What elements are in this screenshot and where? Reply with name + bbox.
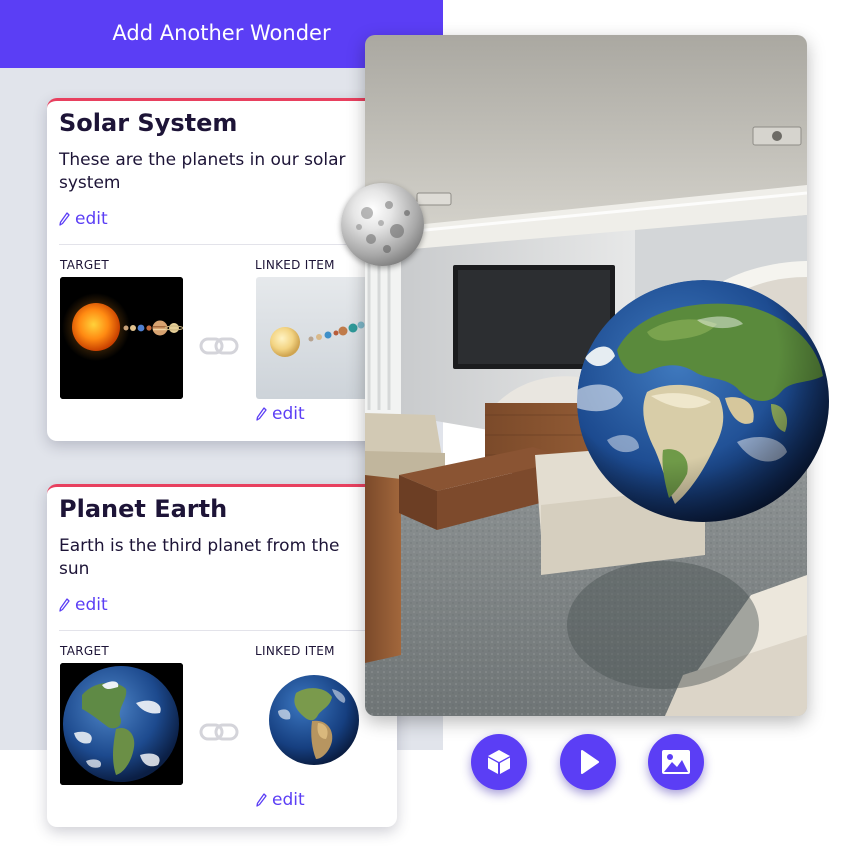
target-image[interactable] bbox=[60, 663, 183, 785]
chain-link-icon[interactable] bbox=[199, 722, 239, 742]
wonder-card-planet-earth: Planet Earth Earth is the third planet f… bbox=[47, 484, 397, 827]
add-video-button[interactable] bbox=[560, 734, 616, 790]
wonder-card-solar-system: Solar System These are the planets in ou… bbox=[47, 98, 397, 441]
edit-linked-item-link[interactable]: edit bbox=[256, 790, 305, 810]
earth-globe-texture bbox=[577, 280, 829, 522]
target-image[interactable] bbox=[60, 277, 183, 399]
solar-system-photo bbox=[60, 277, 183, 399]
wonder-description: These are the planets in our solar syste… bbox=[59, 150, 346, 193]
edit-label: edit bbox=[75, 209, 108, 229]
chain-link-icon[interactable] bbox=[199, 336, 239, 356]
play-icon bbox=[581, 750, 599, 774]
edit-label: edit bbox=[75, 595, 108, 615]
earth-globe-render bbox=[269, 675, 359, 765]
add-image-button[interactable] bbox=[648, 734, 704, 790]
image-icon bbox=[662, 750, 690, 774]
cube-icon bbox=[488, 750, 510, 774]
linked-item-label: LINKED ITEM bbox=[255, 258, 335, 272]
edit-wonder-link[interactable]: edit bbox=[59, 209, 108, 229]
pencil-icon bbox=[59, 598, 70, 612]
earth-3d-model[interactable] bbox=[577, 280, 830, 523]
edit-linked-item-link[interactable]: edit bbox=[256, 404, 305, 424]
pencil-icon bbox=[256, 407, 267, 421]
earth-photo bbox=[60, 663, 183, 785]
moon-3d-model[interactable] bbox=[341, 183, 424, 266]
target-label: TARGET bbox=[60, 644, 109, 658]
pencil-icon bbox=[59, 212, 70, 226]
edit-label: edit bbox=[272, 404, 305, 424]
app-stage: Add Another Wonder Solar System These ar… bbox=[0, 0, 860, 860]
wonder-title: Solar System bbox=[59, 109, 238, 137]
moon-craters bbox=[356, 201, 410, 253]
solar-system-render bbox=[256, 277, 372, 399]
wonder-description: Earth is the third planet from the sun bbox=[59, 536, 340, 579]
divider bbox=[59, 630, 389, 631]
wonder-title: Planet Earth bbox=[59, 495, 228, 523]
linked-item-image[interactable] bbox=[256, 277, 372, 399]
edit-wonder-link[interactable]: edit bbox=[59, 595, 108, 615]
linked-item-label: LINKED ITEM bbox=[255, 644, 335, 658]
target-label: TARGET bbox=[60, 258, 109, 272]
add-3d-model-button[interactable] bbox=[471, 734, 527, 790]
pencil-icon bbox=[256, 793, 267, 807]
linked-item-image[interactable] bbox=[256, 663, 372, 785]
divider bbox=[59, 244, 389, 245]
edit-label: edit bbox=[272, 790, 305, 810]
